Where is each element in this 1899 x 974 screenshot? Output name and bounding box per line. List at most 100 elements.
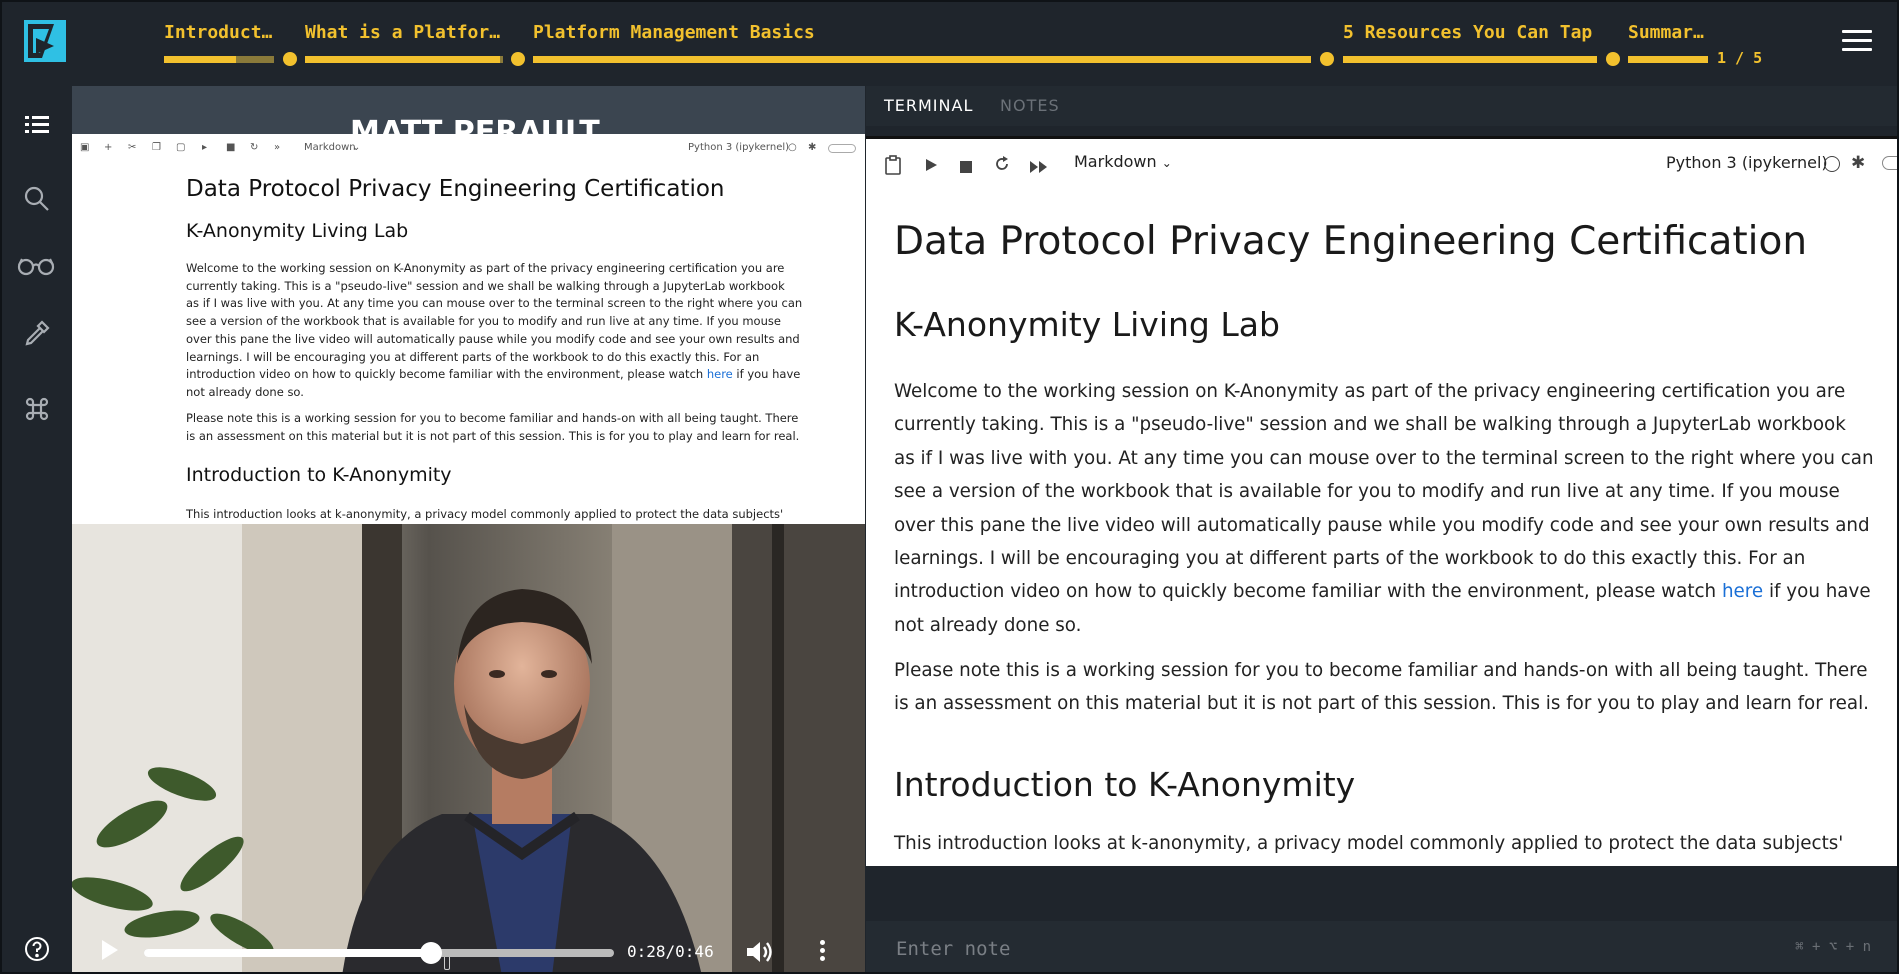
chapter-marker-3[interactable] (1320, 52, 1334, 66)
chapter-progress-5[interactable] (1628, 56, 1708, 63)
intro-line: Welcome to the working session on K-Anon… (186, 261, 785, 275)
restart-icon[interactable] (994, 156, 1010, 176)
intro-text: if you have (732, 367, 801, 382)
here-link: here (706, 367, 733, 382)
paste-icon[interactable] (884, 155, 902, 179)
stop-icon[interactable] (960, 158, 972, 177)
chapter-marker-4[interactable] (1606, 52, 1620, 66)
section-heading: Introduction to K-Anonymity (894, 765, 1356, 804)
cell-type: Markdown (304, 142, 356, 153)
chapter-progress-2[interactable] (305, 56, 500, 63)
toggle-icon (828, 144, 856, 153)
paste-icon: ▢ (176, 142, 186, 153)
cell-type-select[interactable]: Markdown ⌄ (1074, 152, 1172, 171)
chapter-title-1[interactable]: Introduct… (164, 22, 276, 43)
run-icon[interactable] (924, 157, 938, 176)
intro-paragraph: Welcome to the working session on K-Anon… (894, 375, 1894, 642)
app-window: Introduct… What is a Platfor… Platform M… (0, 0, 1899, 974)
intro-line: not already done so. (894, 614, 1082, 636)
chapter-title-2[interactable]: What is a Platfor… (305, 22, 501, 43)
workspace-panel: TERMINAL NOTES Markdown ⌄ Python 3 (ipyk… (866, 86, 1897, 972)
more-options-icon[interactable] (820, 940, 826, 961)
chapter-progress-1[interactable] (164, 56, 236, 63)
notebook-subtitle: K-Anonymity Living Lab (186, 220, 409, 242)
intro-paragraph: Welcome to the working session on K-Anon… (186, 260, 836, 402)
chevron-down-icon: ⌄ (352, 142, 361, 153)
jupyter-notebook: Markdown ⌄ Python 3 (ipykernel) ✱ Data P… (866, 136, 1897, 866)
intro-line: over this pane the live video will autom… (186, 331, 800, 346)
volume-icon[interactable] (744, 938, 774, 970)
seek-handle[interactable] (419, 942, 442, 964)
presenter-video[interactable] (72, 524, 865, 972)
tab-notes[interactable]: NOTES (1000, 96, 1060, 115)
chapter-title-3[interactable]: Platform Management Basics (533, 22, 1093, 43)
chapter-title-5[interactable]: Summar… (1628, 22, 1712, 43)
tab-terminal[interactable]: TERMINAL (884, 96, 973, 115)
fast-forward-icon: » (274, 142, 281, 153)
intro-line: currently taking. This is a "pseudo-live… (894, 414, 1846, 436)
slide-title: MATT PERAULT (350, 116, 600, 134)
list-icon[interactable] (22, 110, 52, 140)
run-icon: ▸ (202, 142, 208, 153)
intro-line: over this pane the live video will autom… (894, 514, 1870, 536)
search-icon[interactable] (22, 184, 52, 214)
play-icon[interactable] (102, 940, 118, 960)
notes-bar: ⌘ + ⌥ + n (866, 871, 1897, 972)
note-line: is an assessment on this material but it… (186, 428, 800, 443)
save-icon: ▣ (80, 142, 90, 153)
intro-line: introduction video on how to quickly bec… (186, 366, 836, 384)
restart-icon: ↻ (250, 142, 259, 153)
toggle-switch[interactable] (1882, 156, 1897, 170)
note-shortcut-hint: ⌘ + ⌥ + n (1795, 939, 1871, 955)
intro-line: see a version of the workbook that is av… (186, 314, 781, 329)
notebook-title: Data Protocol Privacy Engineering Certif… (186, 176, 725, 202)
intro-line: see a version of the workbook that is av… (894, 481, 1840, 503)
intro-line: Welcome to the working session on K-Anon… (894, 381, 1846, 402)
note-input[interactable] (866, 921, 1897, 972)
chapter-marker-2[interactable] (511, 52, 525, 66)
intro-line: as if I was live with you. At any time y… (186, 296, 803, 311)
intro-line: learnings. I will be encouraging you at … (894, 548, 1806, 570)
help-icon[interactable] (22, 934, 52, 964)
chapter-title-4[interactable]: 5 Resources You Can Tap (1343, 22, 1603, 43)
chapter-marker-1[interactable] (283, 52, 297, 66)
kernel-name[interactable]: Python 3 (ipykernel) (1666, 153, 1828, 172)
stop-icon: ■ (226, 142, 236, 153)
intro-text: if you have (1763, 581, 1871, 603)
note-paragraph: Please note this is a working session fo… (894, 654, 1894, 721)
logo[interactable] (24, 20, 66, 62)
fast-forward-icon[interactable] (1030, 158, 1048, 177)
note-paragraph: Please note this is a working session fo… (186, 410, 836, 445)
chapter-progress-4[interactable] (1343, 56, 1597, 63)
dropper-icon[interactable] (22, 318, 52, 348)
sidebar (2, 84, 72, 972)
notebook-title: Data Protocol Privacy Engineering Certif… (894, 219, 1808, 264)
copy-icon: ❐ (152, 142, 161, 153)
intro-line: as if I was live with you. At any time y… (894, 447, 1874, 469)
cell-type-label: Markdown (1074, 152, 1157, 171)
cut-icon: ✂ (128, 142, 137, 153)
glasses-icon[interactable] (16, 250, 56, 280)
chapter-counter: 1 / 5 (1717, 49, 1763, 67)
kernel-name: Python 3 (ipykernel) (688, 142, 790, 153)
section-heading: Introduction to K-Anonymity (186, 464, 452, 486)
chapter-bar: Introduct… What is a Platfor… Platform M… (2, 2, 1897, 84)
seek-progress (144, 949, 431, 957)
intro-text: introduction video on how to quickly bec… (186, 367, 707, 382)
intro-line: not already done so. (186, 384, 304, 399)
notebook-subtitle: K-Anonymity Living Lab (894, 305, 1280, 344)
chevron-down-icon: ⌄ (1161, 156, 1172, 170)
video-panel: MATT PERAULT ▣ + ✂ ❐ ▢ ▸ ■ ↻ » Markdown … (72, 86, 865, 972)
command-icon[interactable] (22, 394, 52, 424)
kernel-status-icon: ○ (788, 142, 797, 153)
hamburger-menu-icon[interactable] (1842, 30, 1872, 54)
section-paragraph: This introduction looks at k-anonymity, … (894, 833, 1844, 854)
add-cell-icon: + (104, 142, 113, 153)
intro-text: introduction video on how to quickly bec… (894, 581, 1722, 603)
video-notebook-view: ▣ + ✂ ❐ ▢ ▸ ■ ↻ » Markdown ⌄ Python 3 (i… (72, 134, 865, 524)
note-line: Please note this is a working session fo… (894, 660, 1868, 681)
here-link[interactable]: here (1722, 581, 1763, 602)
chapter-progress-3[interactable] (533, 56, 1311, 63)
note-line: Please note this is a working session fo… (186, 411, 799, 425)
bug-icon[interactable]: ✱ (1851, 153, 1865, 173)
